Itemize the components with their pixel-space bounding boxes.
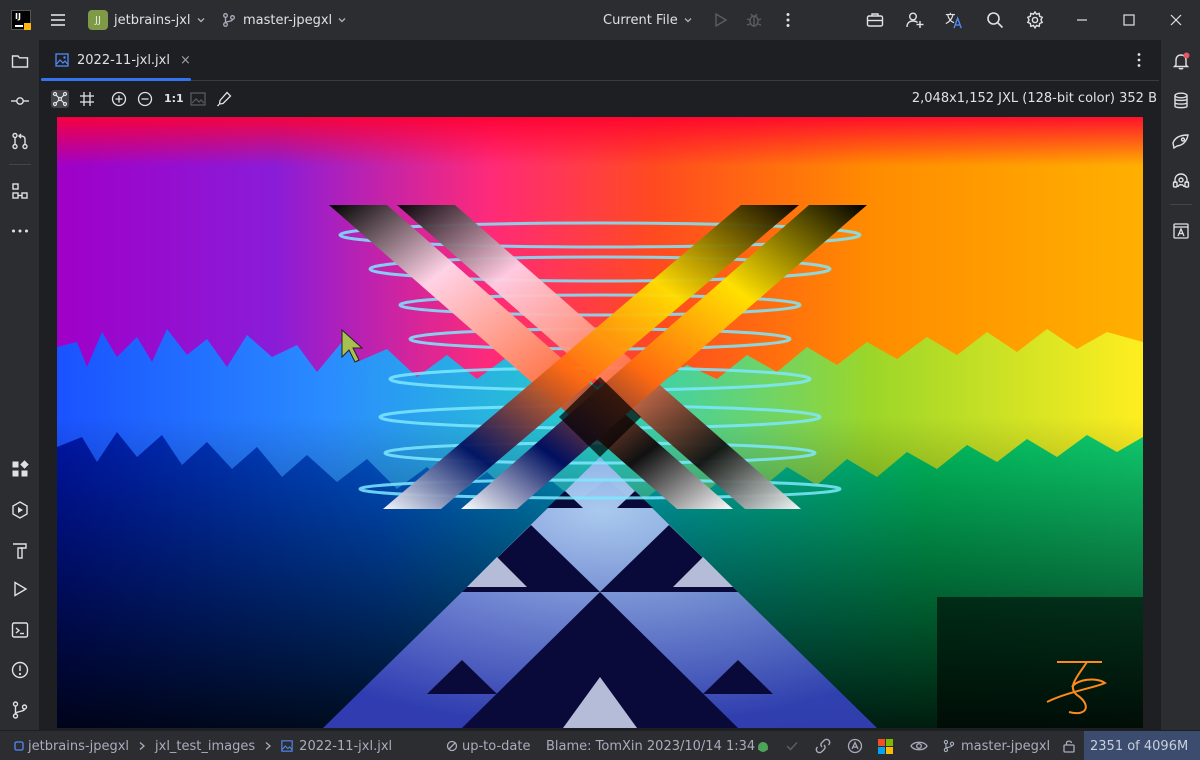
breadcrumb: jetbrains-jpegxl jxl_test_images 2022-11… xyxy=(14,731,392,760)
editor-tab-bar: 2022-11-jxl.jxl × xyxy=(41,40,1159,81)
tab-label: 2022-11-jxl.jxl xyxy=(77,52,170,68)
maximize-icon[interactable] xyxy=(1119,10,1139,30)
git-icon[interactable] xyxy=(10,700,30,720)
main-menu-icon[interactable] xyxy=(48,10,68,30)
more-actions-icon[interactable] xyxy=(778,10,798,30)
inspection-ok-icon[interactable] xyxy=(756,731,770,760)
services-icon[interactable] xyxy=(10,500,30,520)
app-logo[interactable]: IJ xyxy=(11,10,31,30)
database-icon[interactable] xyxy=(1171,91,1191,111)
branch-icon xyxy=(221,12,237,28)
debug-icon[interactable] xyxy=(744,10,764,30)
editor-area: 2022-11-jxl.jxl × 1:1 2,048x1,152 JXL (1… xyxy=(41,40,1159,730)
status-bar: jetbrains-jpegxl jxl_test_images 2022-11… xyxy=(0,730,1200,760)
pull-requests-icon[interactable] xyxy=(10,131,30,151)
more-icon[interactable] xyxy=(10,221,30,241)
windows-logo-icon[interactable] xyxy=(878,731,893,760)
vcs-status-icon xyxy=(446,740,458,752)
breadcrumb-item-file[interactable]: 2022-11-jxl.jxl xyxy=(299,739,392,754)
project-name: jetbrains-jxl xyxy=(114,12,191,28)
close-window-icon[interactable] xyxy=(1166,10,1186,30)
folder-icon[interactable] xyxy=(10,51,30,71)
jxl-artwork xyxy=(57,117,1143,728)
chevron-down-icon xyxy=(683,15,693,25)
color-picker-icon[interactable] xyxy=(215,90,233,108)
memory-indicator[interactable]: 2351 of 4096M xyxy=(1084,731,1200,760)
divider xyxy=(1170,204,1192,205)
ai-assistant-icon[interactable] xyxy=(1171,131,1191,151)
run-icon[interactable] xyxy=(710,10,730,30)
vcs-status[interactable]: up-to-date xyxy=(446,731,530,760)
checkmark-icon[interactable] xyxy=(785,731,799,760)
project-widget[interactable]: JJ jetbrains-jxl xyxy=(88,10,206,30)
eye-icon[interactable] xyxy=(910,731,928,760)
vcs-status-label: up-to-date xyxy=(462,738,531,754)
lock-icon[interactable] xyxy=(1062,731,1076,760)
tab-options-icon[interactable] xyxy=(1129,50,1149,70)
branch-icon xyxy=(942,739,956,753)
branch-name: master-jpegxl xyxy=(243,12,333,28)
problems-icon[interactable] xyxy=(10,660,30,680)
settings-icon[interactable] xyxy=(1025,10,1045,30)
project-badge: JJ xyxy=(88,10,108,30)
module-icon xyxy=(14,741,24,751)
run-configuration-selector[interactable]: Current File xyxy=(603,10,693,30)
chevron-down-icon xyxy=(337,15,347,25)
zoom-out-icon[interactable] xyxy=(136,90,154,108)
chessboard-icon[interactable] xyxy=(51,90,69,108)
add-user-icon[interactable] xyxy=(905,10,925,30)
link-icon[interactable] xyxy=(815,731,831,760)
image-info: 2,048x1,152 JXL (128-bit color) 352 B xyxy=(911,91,1157,106)
structure-icon[interactable] xyxy=(10,181,30,201)
build-icon[interactable] xyxy=(10,540,30,560)
actual-size-button[interactable]: 1:1 xyxy=(164,90,184,108)
right-tool-strip xyxy=(1160,40,1200,730)
chevron-right-icon xyxy=(138,741,146,751)
breadcrumb-item-folder[interactable]: jxl_test_images xyxy=(155,739,255,754)
run-tool-icon[interactable] xyxy=(10,579,30,599)
chevron-down-icon xyxy=(196,15,206,25)
translate-icon[interactable] xyxy=(944,10,964,30)
image-editor-toolbar: 1:1 2,048x1,152 JXL (128-bit color) 352 … xyxy=(41,81,1159,117)
breadcrumb-item-project[interactable]: jetbrains-jpegxl xyxy=(28,739,129,754)
branch-widget[interactable]: master-jpegxl xyxy=(221,10,347,30)
notifications-icon[interactable] xyxy=(1171,51,1191,71)
plugins-icon[interactable] xyxy=(10,459,30,479)
chevron-right-icon xyxy=(264,741,272,751)
run-configuration-label: Current File xyxy=(603,12,678,28)
branch-status[interactable]: master-jpegxl xyxy=(942,731,1050,760)
toolbox-icon[interactable] xyxy=(865,10,885,30)
search-icon[interactable] xyxy=(985,10,1005,30)
grid-icon[interactable] xyxy=(78,90,96,108)
divider xyxy=(9,164,31,165)
ai-status-icon[interactable] xyxy=(847,731,863,760)
branch-status-label: master-jpegxl xyxy=(961,738,1051,754)
image-file-icon xyxy=(281,740,293,752)
editor-tab[interactable]: 2022-11-jxl.jxl × xyxy=(41,40,191,81)
terminal-icon[interactable] xyxy=(10,620,30,640)
close-tab-icon[interactable]: × xyxy=(180,53,191,68)
left-tool-strip xyxy=(0,40,40,730)
image-file-icon xyxy=(55,53,69,67)
minimize-icon[interactable] xyxy=(1072,10,1092,30)
fit-zoom-icon[interactable] xyxy=(189,90,207,108)
commit-icon[interactable] xyxy=(10,91,30,111)
blame-info[interactable]: Blame: TomXin 2023/10/14 1:34 xyxy=(546,731,755,760)
zoom-in-icon[interactable] xyxy=(110,90,128,108)
image-preview[interactable] xyxy=(57,117,1143,728)
code-with-me-icon[interactable] xyxy=(1171,171,1191,191)
title-bar: IJ JJ jetbrains-jxl master-jpegxl Curren… xyxy=(0,0,1200,40)
translate-panel-icon[interactable] xyxy=(1171,221,1191,241)
